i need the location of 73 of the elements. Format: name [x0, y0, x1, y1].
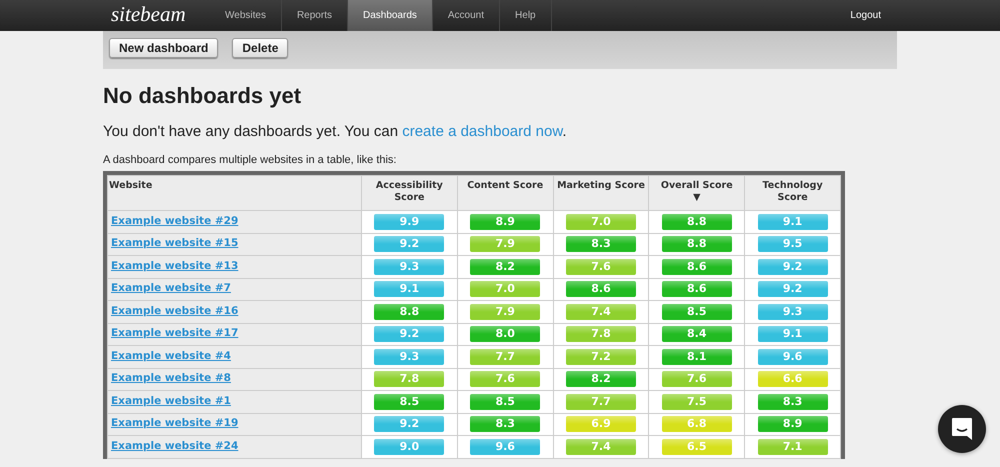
chat-button[interactable]: [938, 405, 986, 453]
new-dashboard-button[interactable]: New dashboard: [109, 38, 218, 58]
score-badge: 9.3: [374, 348, 444, 365]
score-badge: 9.9: [374, 214, 444, 230]
score-badge: 9.5: [758, 236, 828, 252]
score-badge: 8.2: [566, 371, 636, 388]
score-badge: 8.5: [662, 304, 732, 320]
caption-text: A dashboard compares multiple websites in a table, like this:: [103, 153, 398, 167]
delete-button[interactable]: Delete: [232, 38, 288, 58]
score-badge: 9.1: [374, 281, 444, 298]
column-header: Content Score: [457, 176, 554, 210]
score-badge: 8.6: [566, 281, 636, 298]
score-badge: 7.1: [758, 438, 828, 455]
column-header: Website: [108, 176, 362, 210]
score-badge: 9.2: [374, 236, 444, 252]
score-badge: 7.6: [470, 371, 540, 388]
logout-link[interactable]: Logout: [850, 0, 897, 31]
score-badge: 7.2: [566, 348, 636, 365]
nav-tab[interactable]: Dashboards: [348, 0, 433, 31]
score-badge: 8.0: [470, 326, 540, 342]
score-badge: 8.5: [470, 394, 540, 410]
score-badge: 6.9: [566, 416, 636, 432]
intro-text: You don't have any dashboards yet. You can create a dashboard now.: [103, 123, 568, 141]
score-badge: 8.8: [662, 236, 732, 252]
score-badge: 8.8: [374, 304, 444, 320]
score-badge: 8.3: [470, 416, 540, 432]
score-badge: 7.9: [470, 236, 540, 252]
logo: sitebeam: [110, 1, 187, 28]
score-badge: 9.2: [758, 258, 828, 275]
score-badge: 9.2: [374, 416, 444, 432]
column-header: Accessibility Score: [362, 176, 458, 210]
score-badge: 7.7: [470, 348, 540, 365]
score-badge: 8.1: [662, 348, 732, 365]
score-badge: 7.4: [566, 438, 636, 455]
score-badge: 7.6: [566, 258, 636, 275]
chat-icon: [951, 417, 973, 441]
score-badge: 9.3: [758, 304, 828, 320]
score-badge: 9.3: [374, 258, 444, 275]
score-badge: 8.9: [470, 214, 540, 230]
score-badge: 8.4: [662, 326, 732, 342]
score-badge: 8.6: [662, 281, 732, 298]
score-badge: 6.8: [662, 416, 732, 432]
score-badge: 9.1: [758, 326, 828, 342]
score-badge: 7.7: [566, 394, 636, 410]
sort-indicator[interactable]: ▼: [693, 192, 700, 203]
create-dashboard-link[interactable]: create a dashboard now: [402, 123, 562, 140]
score-badge: 8.9: [758, 416, 828, 432]
score-badge: 7.4: [566, 304, 636, 320]
score-badge: 8.3: [566, 236, 636, 252]
score-badge: 9.6: [758, 348, 828, 365]
score-badge: 9.2: [758, 281, 828, 298]
score-badge: 7.8: [566, 326, 636, 342]
score-badge: 8.8: [662, 214, 732, 230]
column-header: Marketing Score: [553, 176, 649, 210]
score-badge: 7.0: [566, 214, 636, 230]
score-badge: 7.8: [374, 371, 444, 388]
score-badge: 9.6: [470, 438, 540, 455]
column-header: Technology Score: [744, 176, 840, 210]
score-badge: 7.5: [662, 394, 732, 410]
score-badge: 6.6: [758, 371, 828, 388]
score-badge: 9.0: [374, 438, 444, 455]
column-header: Overall Score: [660, 180, 733, 191]
score-badge: 7.6: [662, 371, 732, 388]
score-badge: 9.2: [374, 326, 444, 342]
score-badge: 9.1: [758, 214, 828, 230]
score-badge: 8.3: [758, 394, 828, 410]
score-badge: 7.0: [470, 281, 540, 298]
score-badge: 8.6: [662, 258, 732, 275]
score-badge: 8.2: [470, 258, 540, 275]
score-badge: 7.9: [470, 304, 540, 320]
page-heading: No dashboards yet: [103, 83, 302, 109]
score-badge: 8.5: [374, 394, 444, 410]
score-badge: 6.5: [662, 438, 732, 455]
